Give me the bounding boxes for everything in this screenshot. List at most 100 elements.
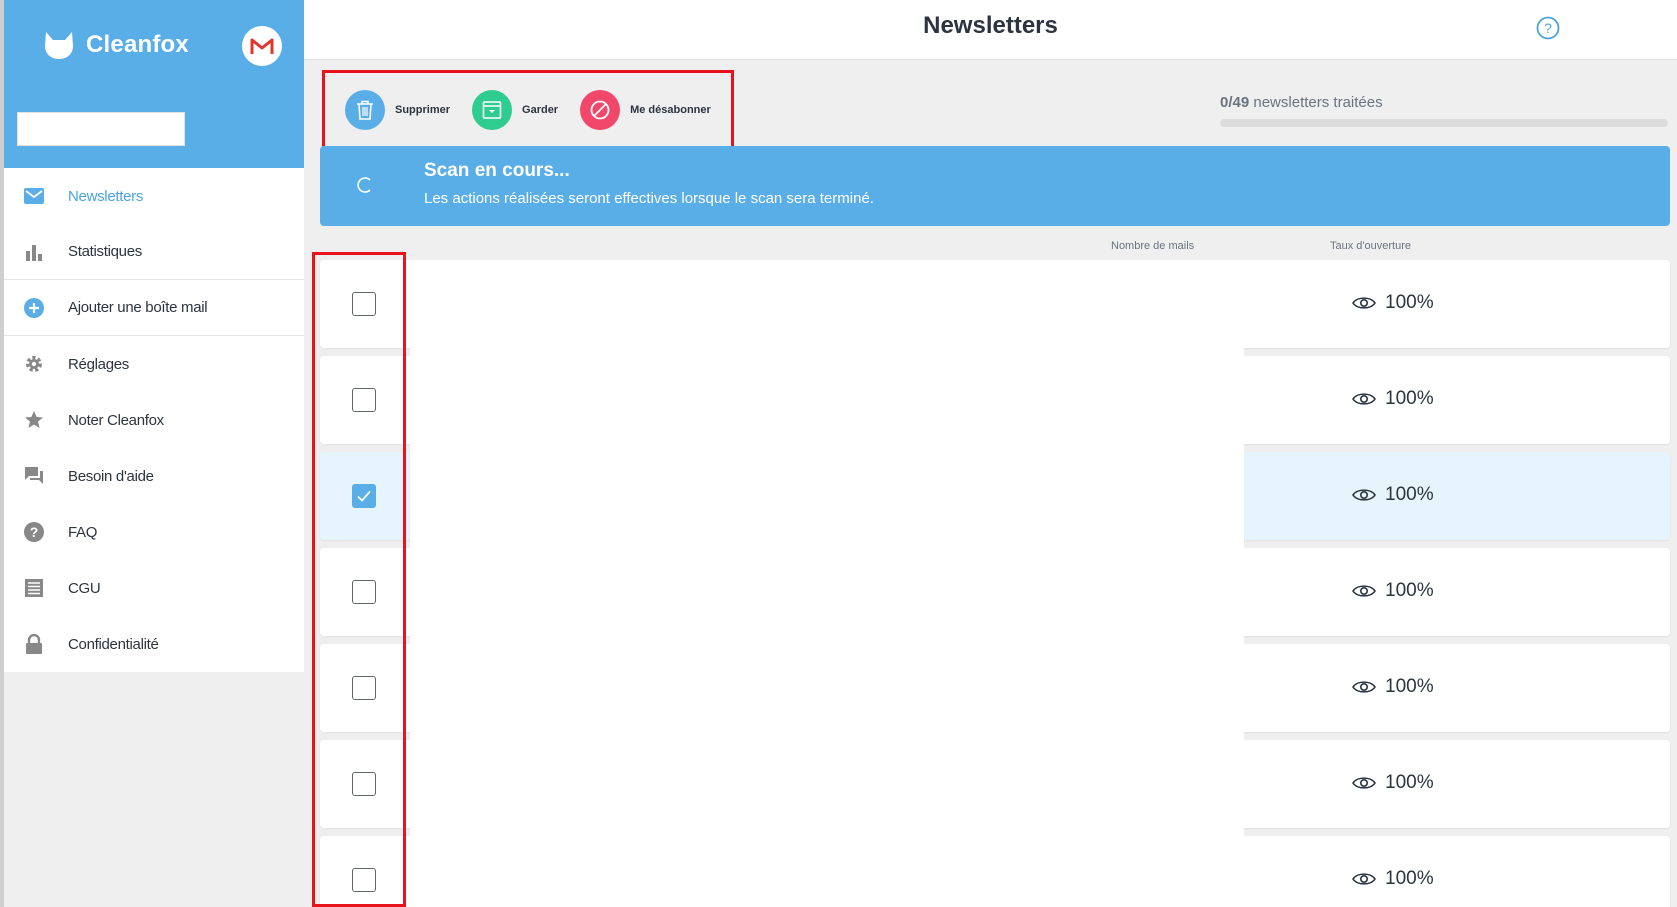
row-checkbox[interactable]	[352, 676, 376, 700]
eye-icon	[1352, 681, 1376, 693]
sidebar-item-cgu[interactable]: CGU	[4, 560, 304, 616]
scan-subtitle: Les actions réalisées seront effectives …	[424, 190, 874, 207]
eye-icon	[1352, 393, 1376, 405]
open-rate-value: 100%	[1385, 292, 1434, 313]
chat-icon	[22, 464, 46, 488]
fox-logo-icon	[45, 32, 73, 59]
plus-circle-icon	[22, 296, 46, 320]
keep-label: Garder	[522, 104, 559, 116]
row-checkbox[interactable]	[352, 292, 376, 316]
spinner-icon	[357, 177, 371, 193]
sidebar-item-label: Noter Cleanfox	[68, 411, 164, 429]
svg-text:?: ?	[30, 524, 39, 540]
row-checkbox[interactable]	[352, 484, 376, 508]
gmail-icon	[250, 38, 274, 54]
redacted-area	[410, 356, 1244, 452]
open-rate-value: 100%	[1385, 676, 1434, 697]
header: Newsletters ?	[304, 0, 1677, 60]
open-rate: 100%	[1352, 772, 1434, 794]
brand-name: Cleanfox	[86, 31, 189, 58]
svg-text:?: ?	[1544, 20, 1552, 36]
app-window: Cleanfox Newsletters Statistiques Ajoute…	[0, 0, 1677, 907]
row-checkbox[interactable]	[352, 388, 376, 412]
progress-count: 0/49	[1220, 94, 1250, 111]
question-circle-icon: ?	[22, 520, 46, 544]
sidebar-item-label: FAQ	[68, 523, 98, 541]
unsubscribe-label: Me désabonner	[630, 104, 711, 116]
sidebar-item-reglages[interactable]: Réglages	[4, 336, 304, 392]
sidebar-item-besoin-aide[interactable]: Besoin d'aide	[4, 448, 304, 504]
sidebar-item-noter-cleanfox[interactable]: Noter Cleanfox	[4, 392, 304, 448]
sidebar-item-ajouter-boite-mail[interactable]: Ajouter une boîte mail	[4, 280, 304, 336]
unsubscribe-button[interactable]: Me désabonner	[580, 90, 711, 130]
scan-title: Scan en cours...	[424, 160, 570, 181]
sidebar: Cleanfox Newsletters Statistiques Ajoute…	[0, 0, 304, 907]
archive-icon	[482, 101, 502, 119]
open-rate-value: 100%	[1385, 388, 1434, 409]
help-icon[interactable]: ?	[1536, 16, 1560, 40]
progress-bar	[1220, 119, 1668, 127]
sidebar-item-label: Besoin d'aide	[68, 467, 154, 485]
progress-label: newsletters traitées	[1249, 94, 1383, 111]
sidebar-item-newsletters[interactable]: Newsletters	[4, 168, 304, 224]
bar-chart-icon	[22, 240, 46, 264]
unsubscribe-circle	[580, 90, 621, 130]
open-rate-value: 100%	[1385, 772, 1434, 793]
sidebar-item-statistiques[interactable]: Statistiques	[4, 224, 304, 280]
envelope-icon	[22, 184, 46, 208]
gear-icon	[22, 352, 46, 376]
open-rate: 100%	[1352, 580, 1434, 602]
redacted-area	[410, 836, 1244, 907]
row-checkbox[interactable]	[352, 868, 376, 892]
open-rate: 100%	[1352, 676, 1434, 698]
table-row[interactable]: 100%	[320, 260, 1670, 356]
sidebar-item-confidentialite[interactable]: Confidentialité	[4, 616, 304, 672]
sidebar-item-label: Réglages	[68, 355, 129, 373]
logo[interactable]: Cleanfox	[42, 30, 189, 60]
progress-indicator: 0/49 newsletters traitées	[1220, 94, 1668, 127]
page-title: Newsletters	[923, 12, 1058, 39]
delete-label: Supprimer	[395, 104, 451, 116]
trash-icon	[357, 100, 373, 120]
table-row[interactable]: 100%	[320, 740, 1670, 836]
bulk-actions-bar: Supprimer Garder Me désabonner	[322, 70, 734, 150]
sidebar-item-label: Ajouter une boîte mail	[68, 299, 208, 316]
star-icon	[22, 408, 46, 432]
table-row[interactable]: 100%	[320, 356, 1670, 452]
column-header-mails: Nombre de mails	[1111, 240, 1195, 252]
delete-button[interactable]: Supprimer	[345, 90, 450, 130]
redacted-area	[410, 740, 1244, 836]
table-row[interactable]: 100%	[320, 452, 1670, 548]
open-rate-value: 100%	[1385, 580, 1434, 601]
keep-circle	[472, 90, 513, 130]
sidebar-item-label: Statistiques	[68, 243, 142, 260]
keep-button[interactable]: Garder	[472, 90, 558, 130]
open-rate-value: 100%	[1385, 484, 1434, 505]
progress-text: 0/49 newsletters traitées	[1220, 94, 1668, 111]
table-row[interactable]: 100%	[320, 836, 1670, 907]
sidebar-item-faq[interactable]: ? FAQ	[4, 504, 304, 560]
document-icon	[22, 576, 46, 600]
table-row[interactable]: 100%	[320, 644, 1670, 740]
open-rate: 100%	[1352, 868, 1434, 890]
open-rate: 100%	[1352, 388, 1434, 410]
account-email-box[interactable]	[17, 112, 185, 146]
redacted-area	[410, 548, 1244, 644]
eye-icon	[1352, 873, 1376, 885]
gmail-account-avatar[interactable]	[242, 26, 282, 66]
eye-icon	[1352, 585, 1376, 597]
row-checkbox[interactable]	[352, 772, 376, 796]
sidebar-item-label: Newsletters	[68, 187, 144, 205]
open-rate-value: 100%	[1385, 868, 1434, 889]
column-header-open-rate: Taux d'ouverture	[1330, 240, 1411, 252]
eye-icon	[1352, 489, 1376, 501]
redacted-area	[410, 260, 1244, 356]
block-icon	[590, 100, 610, 120]
table-row[interactable]: 100%	[320, 548, 1670, 644]
redacted-area	[410, 644, 1244, 740]
sidebar-nav: Newsletters Statistiques Ajouter une boî…	[4, 168, 304, 672]
main-content: Newsletters ? Supprimer Garder Me désabo…	[304, 0, 1677, 907]
open-rate: 100%	[1352, 484, 1434, 506]
scan-banner: Scan en cours... Les actions réalisées s…	[320, 146, 1670, 226]
row-checkbox[interactable]	[352, 580, 376, 604]
